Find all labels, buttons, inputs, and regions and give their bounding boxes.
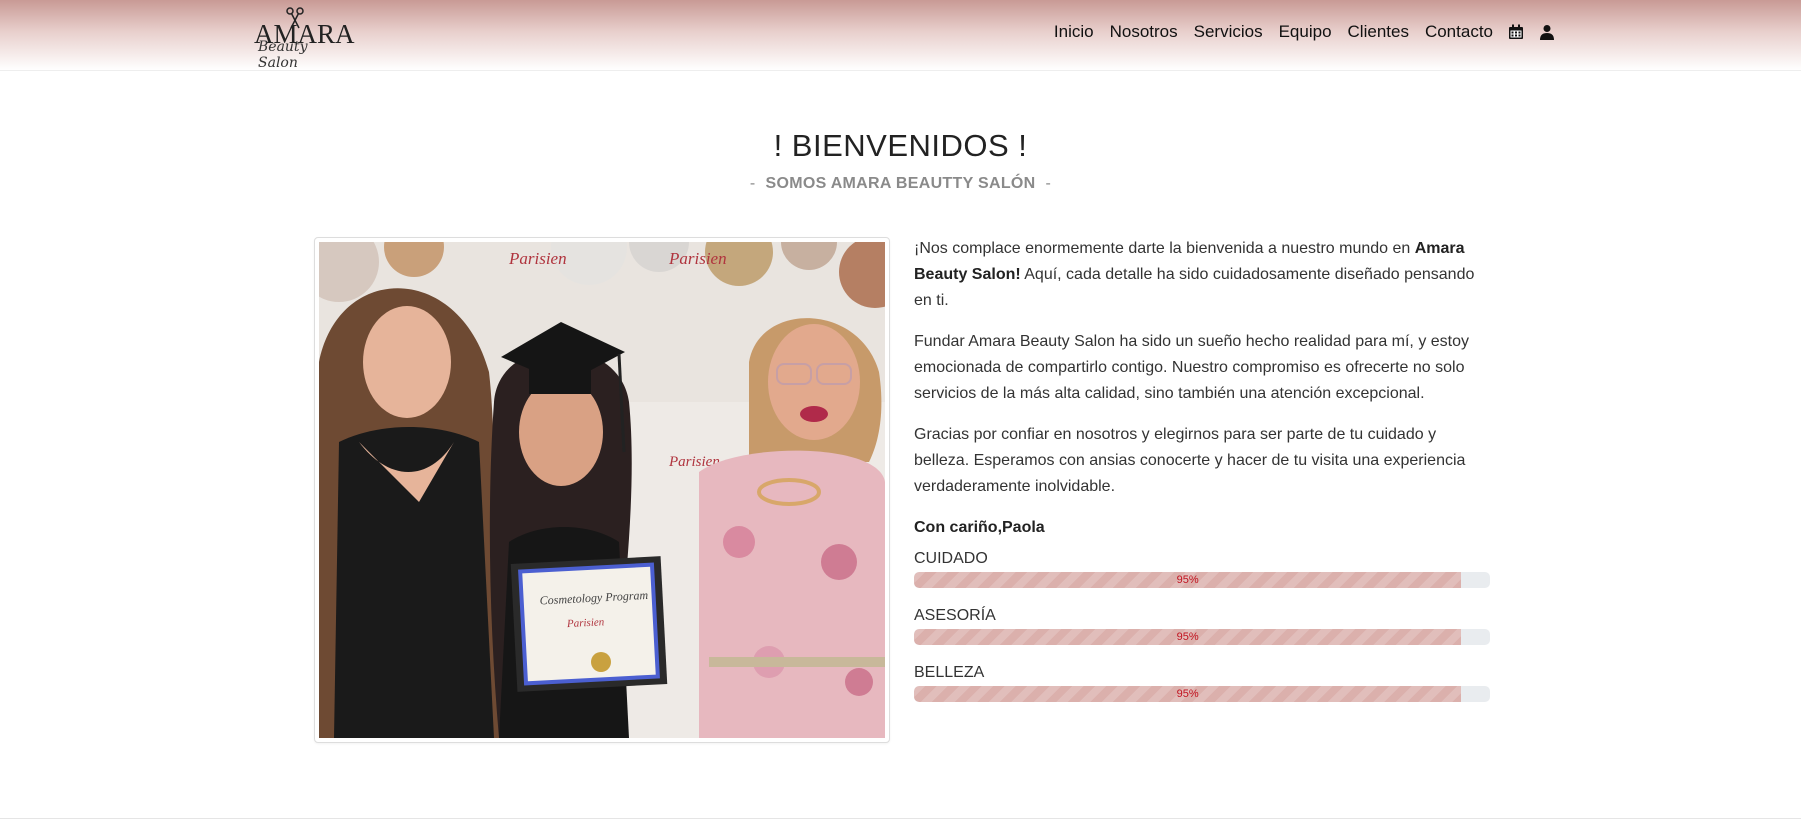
skill-label: ASESORÍA xyxy=(914,607,996,624)
thanks-paragraph: Gracias por confiar en nosotros y elegir… xyxy=(914,426,1466,495)
progress-bar: 95% xyxy=(914,686,1462,702)
skill-belleza: BELLEZA 95% xyxy=(914,662,1490,702)
intro-text-a: ¡Nos complace enormemente darte la bienv… xyxy=(914,240,1415,257)
page-title: ! BIENVENIDOS ! xyxy=(773,128,1028,163)
nav-clientes[interactable]: Clientes xyxy=(1348,22,1409,42)
backdrop-text-1: Parisien xyxy=(508,249,567,268)
backdrop-text-2: Parisien xyxy=(668,249,727,268)
about-section: ¡Nos complace enormemente darte la bienv… xyxy=(914,236,1490,719)
skill-cuidado: CUIDADO 95% xyxy=(914,548,1490,588)
subtitle-dash-left: - xyxy=(749,175,756,192)
main-nav: Inicio Nosotros Servicios Equipo Cliente… xyxy=(1038,22,1555,42)
calendar-icon[interactable] xyxy=(1508,24,1524,40)
brand-logo[interactable]: AMARA Beauty Salon xyxy=(254,6,355,71)
progress-track: 95% xyxy=(914,629,1490,645)
nav-nosotros[interactable]: Nosotros xyxy=(1110,22,1178,42)
intro-paragraph: ¡Nos complace enormemente darte la bienv… xyxy=(914,236,1490,314)
nav-equipo[interactable]: Equipo xyxy=(1279,22,1332,42)
progress-track: 95% xyxy=(914,686,1490,702)
nav-servicios[interactable]: Servicios xyxy=(1194,22,1263,42)
progress-track: 95% xyxy=(914,572,1490,588)
footer-divider xyxy=(0,818,1801,819)
skill-label: CUIDADO xyxy=(914,550,988,567)
signature: Con cariño,Paola xyxy=(914,519,1045,536)
graduation-photo-image: Parisien Parisien Parisien Parisien Cosm… xyxy=(319,242,885,738)
progress-bar: 95% xyxy=(914,572,1462,588)
nav-inicio[interactable]: Inicio xyxy=(1054,22,1094,42)
mission-paragraph: Fundar Amara Beauty Salon ha sido un sue… xyxy=(914,333,1470,402)
logo-script: Beauty Salon xyxy=(258,39,308,71)
user-icon[interactable] xyxy=(1539,24,1555,40)
progress-bar: 95% xyxy=(914,629,1462,645)
subtitle-dash-right: - xyxy=(1045,175,1052,192)
skill-asesoria: ASESORÍA 95% xyxy=(914,605,1490,645)
skill-label: BELLEZA xyxy=(914,664,985,681)
certificate-school: Parisien xyxy=(566,616,605,630)
nav-contacto[interactable]: Contacto xyxy=(1425,22,1493,42)
navbar: AMARA Beauty Salon Inicio Nosotros Servi… xyxy=(0,0,1801,71)
subtitle-text: SOMOS AMARA BEAUTTY SALÓN xyxy=(765,175,1036,192)
page-subtitle: - SOMOS AMARA BEAUTTY SALÓN - xyxy=(0,175,1801,193)
team-photo: Parisien Parisien Parisien Parisien Cosm… xyxy=(314,237,890,743)
